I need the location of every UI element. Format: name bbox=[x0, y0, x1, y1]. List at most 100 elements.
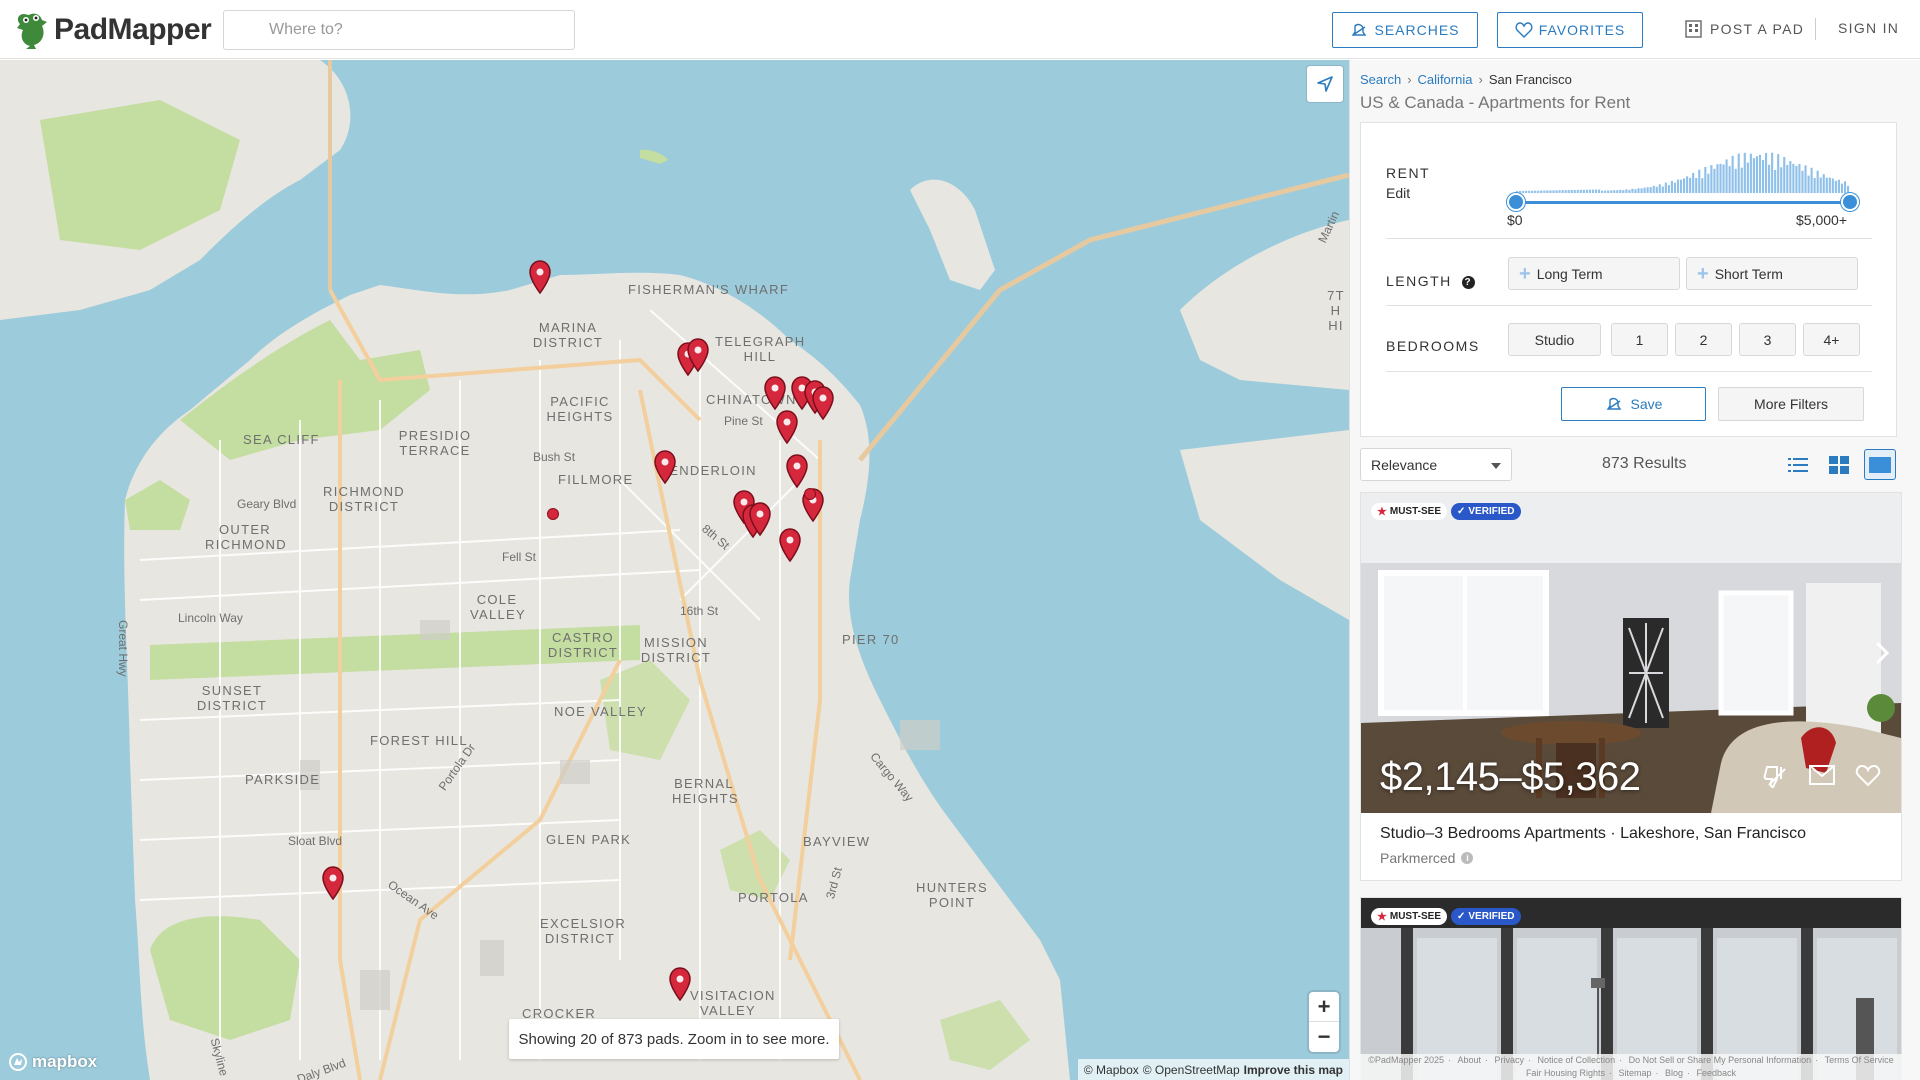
thumbs-down-icon[interactable] bbox=[1763, 765, 1789, 789]
listing-card[interactable]: ★ MUST-SEE ✓ VERIFIED $2,145–$5,362 Studio… bbox=[1360, 492, 1902, 881]
histogram-bar bbox=[1704, 167, 1707, 193]
footer-privacy-link[interactable]: Privacy bbox=[1495, 1055, 1525, 1065]
listing-map-pin[interactable] bbox=[528, 260, 552, 295]
listing-map-pin[interactable] bbox=[686, 338, 710, 373]
histogram-bar bbox=[1804, 165, 1807, 193]
histogram-bar bbox=[1546, 190, 1549, 193]
listing-map-pin[interactable] bbox=[653, 450, 677, 485]
info-icon[interactable]: i bbox=[1461, 852, 1474, 864]
footer-notice-link[interactable]: Notice of Collection bbox=[1538, 1055, 1616, 1065]
histogram-bar bbox=[1564, 190, 1567, 193]
verified-label: VERIFIED bbox=[1468, 911, 1515, 922]
footer-terms-link[interactable]: Terms Of Service bbox=[1825, 1055, 1894, 1065]
padmapper-logo[interactable]: PadMapper bbox=[14, 8, 212, 52]
length-help-icon[interactable]: ? bbox=[1461, 275, 1475, 289]
histogram-bar bbox=[1670, 180, 1673, 193]
filter-divider bbox=[1386, 305, 1872, 306]
bell-icon bbox=[1606, 397, 1621, 410]
map-view[interactable]: FISHERMAN'S WHARF TELEGRAPH HILL MARINA … bbox=[0, 60, 1349, 1080]
bell-icon bbox=[1352, 23, 1367, 36]
footer-about-link[interactable]: About bbox=[1457, 1055, 1481, 1065]
map-label-glen-park: GLEN PARK bbox=[546, 832, 632, 847]
rent-min-handle[interactable] bbox=[1507, 193, 1525, 211]
listing-map-pin[interactable] bbox=[763, 376, 787, 411]
breadcrumb-california[interactable]: California bbox=[1418, 72, 1473, 87]
rent-max-handle[interactable] bbox=[1841, 193, 1859, 211]
bedrooms-studio-button[interactable]: Studio bbox=[1508, 323, 1601, 356]
post-a-pad-link[interactable]: POST A PAD bbox=[1685, 20, 1804, 38]
footer-links: ©PadMapper 2025 · About · Privacy · Notice … bbox=[1360, 1054, 1902, 1080]
bedrooms-4plus-button[interactable]: 4+ bbox=[1803, 323, 1860, 356]
histogram-bar bbox=[1822, 174, 1825, 193]
listing-photo[interactable]: ★ MUST-SEE ✓ VERIFIED $2,145–$5,362 bbox=[1361, 493, 1901, 813]
listing-map-pin[interactable] bbox=[778, 528, 802, 563]
list-view-button[interactable] bbox=[1782, 449, 1814, 480]
listing-map-pin[interactable] bbox=[775, 410, 799, 445]
footer-do-not-sell-link[interactable]: Do Not Sell or Share My Personal Informa… bbox=[1629, 1055, 1812, 1065]
breadcrumb-separator: › bbox=[1407, 72, 1412, 87]
histogram-bar bbox=[1695, 177, 1698, 193]
attribution-osm-link[interactable]: © OpenStreetMap bbox=[1143, 1063, 1240, 1077]
rent-slider-track[interactable] bbox=[1516, 201, 1850, 204]
mapbox-label: mapbox bbox=[32, 1052, 98, 1071]
map-label-presidio-terrace: PRESIDIO TERRACE bbox=[398, 428, 472, 458]
zoom-out-button[interactable]: − bbox=[1309, 1022, 1339, 1052]
must-see-label: MUST-SEE bbox=[1389, 911, 1441, 922]
histogram-bar bbox=[1819, 177, 1822, 193]
length-short-term-button[interactable]: + Short Term bbox=[1686, 257, 1858, 290]
histogram-bar bbox=[1692, 172, 1695, 193]
location-search[interactable] bbox=[223, 10, 575, 50]
mail-icon[interactable] bbox=[1809, 765, 1835, 785]
next-photo-button[interactable] bbox=[1875, 641, 1890, 670]
listing-photo[interactable]: ★ MUST-SEE ✓ VERIFIED bbox=[1361, 898, 1901, 1080]
sort-select[interactable]: Relevance bbox=[1360, 448, 1512, 481]
save-search-button[interactable]: Save bbox=[1561, 387, 1706, 421]
card-view-button[interactable] bbox=[1864, 449, 1896, 480]
histogram-bar bbox=[1607, 190, 1610, 193]
histogram-bar bbox=[1746, 162, 1749, 193]
histogram-bar bbox=[1591, 189, 1595, 193]
listing-map-pin[interactable] bbox=[668, 967, 692, 1002]
bedrooms-3-button[interactable]: 3 bbox=[1739, 323, 1796, 356]
histogram-bar bbox=[1789, 161, 1792, 193]
histogram-bar bbox=[1743, 152, 1746, 193]
listing-map-pin[interactable] bbox=[321, 866, 345, 901]
favorites-button[interactable]: FAVORITES bbox=[1497, 12, 1643, 48]
map-label-mission: MISSION DISTRICT bbox=[640, 635, 712, 665]
breadcrumb-search[interactable]: Search bbox=[1360, 72, 1401, 87]
listing-map-dot[interactable] bbox=[547, 508, 559, 520]
footer-fair-housing-link[interactable]: Fair Housing Rights bbox=[1526, 1068, 1605, 1078]
listing-title[interactable]: Studio–3 Bedrooms Apartments · Lakeshore… bbox=[1380, 825, 1806, 843]
filter-divider bbox=[1386, 371, 1872, 372]
bedrooms-1-button[interactable]: 1 bbox=[1611, 323, 1668, 356]
improve-map-link[interactable]: Improve this map bbox=[1244, 1063, 1343, 1077]
listing-card[interactable]: ★ MUST-SEE ✓ VERIFIED bbox=[1360, 897, 1902, 1080]
footer-blog-link[interactable]: Blog bbox=[1665, 1068, 1683, 1078]
listing-map-pin[interactable] bbox=[811, 386, 835, 421]
mapbox-logo[interactable]: mapbox bbox=[8, 1052, 97, 1072]
footer-feedback-link[interactable]: Feedback bbox=[1697, 1068, 1737, 1078]
map-label-bayview: BAYVIEW bbox=[803, 834, 871, 849]
location-search-input[interactable] bbox=[224, 11, 574, 49]
grid-view-button[interactable] bbox=[1823, 449, 1855, 480]
histogram-bar bbox=[1728, 166, 1731, 193]
length-long-term-button[interactable]: + Long Term bbox=[1508, 257, 1680, 290]
listing-map-pin[interactable] bbox=[785, 454, 809, 489]
sign-in-link[interactable]: SIGN IN bbox=[1838, 20, 1899, 36]
histogram-bar bbox=[1768, 164, 1771, 193]
rent-edit-link[interactable]: Edit bbox=[1386, 185, 1410, 201]
heart-icon[interactable] bbox=[1855, 765, 1881, 787]
attribution-mapbox-link[interactable]: © Mapbox bbox=[1084, 1063, 1139, 1077]
more-filters-button[interactable]: More Filters bbox=[1718, 387, 1864, 421]
listing-map-pin[interactable] bbox=[748, 502, 772, 537]
listing-map-dot[interactable] bbox=[804, 488, 816, 500]
map-base-layer bbox=[0, 60, 1349, 1080]
zoom-in-button[interactable]: + bbox=[1309, 992, 1339, 1022]
plus-icon: + bbox=[1697, 262, 1709, 285]
footer-sitemap-link[interactable]: Sitemap bbox=[1618, 1068, 1651, 1078]
map-label-parkside: PARKSIDE bbox=[245, 772, 321, 787]
searches-button[interactable]: SEARCHES bbox=[1332, 12, 1478, 48]
locate-me-button[interactable] bbox=[1307, 66, 1343, 102]
bedrooms-2-button[interactable]: 2 bbox=[1675, 323, 1732, 356]
histogram-bar bbox=[1664, 182, 1667, 193]
